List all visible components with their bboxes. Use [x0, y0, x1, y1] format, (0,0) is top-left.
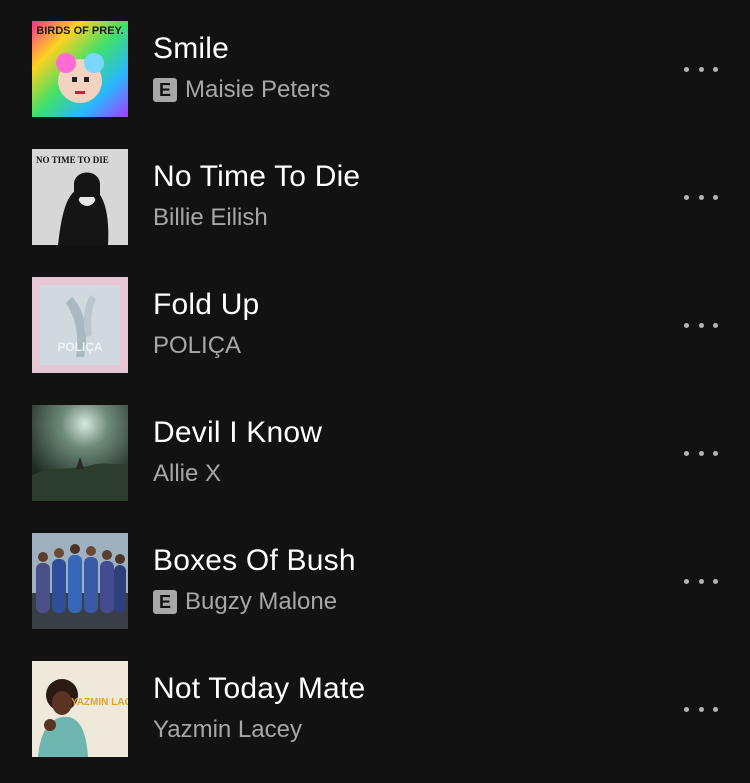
- more-options-dot: [713, 194, 718, 200]
- more-options-dot: [684, 706, 689, 712]
- track-artist: Bugzy Malone: [185, 588, 338, 615]
- more-options-button[interactable]: [684, 699, 718, 719]
- more-options-dot: [698, 194, 704, 200]
- track-artist-line: Allie X: [153, 459, 221, 489]
- album-art-image: YAZMIN LACEY: [32, 661, 128, 757]
- more-options-dot: [713, 450, 718, 456]
- album-art-image: NO TIME TO DIE: [32, 149, 128, 245]
- svg-text:YAZMIN LACEY: YAZMIN LACEY: [71, 697, 128, 708]
- album-art: BIRDS OF PREY.: [32, 21, 128, 117]
- track-artist: Maisie Peters: [185, 76, 331, 103]
- svg-text:POLIÇA: POLIÇA: [57, 340, 103, 354]
- album-art: [32, 405, 128, 501]
- more-options-dot: [713, 66, 718, 72]
- album-art: POLIÇA: [32, 277, 128, 373]
- track-row[interactable]: Devil I Know Allie X: [0, 405, 750, 501]
- album-art-image: [32, 533, 128, 629]
- track-artist: Allie X: [153, 460, 222, 487]
- more-options-dot: [698, 450, 704, 456]
- more-options-dot: [684, 450, 689, 456]
- track-title: Smile: [153, 32, 230, 65]
- more-options-dot: [698, 578, 704, 584]
- album-art-image: POLIÇA: [32, 277, 128, 373]
- track-title: Boxes Of Bush: [153, 544, 356, 577]
- track-artist-line: E Maisie Peters: [153, 75, 330, 105]
- more-options-dot: [684, 66, 689, 72]
- more-options-dot: [698, 66, 704, 72]
- track-title: No Time To Die: [153, 160, 361, 193]
- album-art: [32, 533, 128, 629]
- album-art: YAZMIN LACEY: [32, 661, 128, 757]
- more-options-dot: [713, 322, 718, 328]
- more-options-dot: [698, 322, 704, 328]
- track-title: Fold Up: [153, 288, 260, 321]
- album-art: NO TIME TO DIE: [32, 149, 128, 245]
- album-art-image: [32, 405, 128, 501]
- track-artist-line: E Bugzy Malone: [153, 587, 337, 617]
- album-art-image: BIRDS OF PREY.: [32, 21, 128, 117]
- more-options-dot: [698, 706, 704, 712]
- more-options-button[interactable]: [684, 59, 718, 79]
- track-artist-line: POLIÇA: [153, 331, 241, 361]
- track-row[interactable]: BIRDS OF PREY. Smile E Maisie Peters: [0, 21, 750, 117]
- more-options-dot: [713, 706, 718, 712]
- svg-text:BIRDS OF PREY.: BIRDS OF PREY.: [36, 25, 123, 37]
- more-options-button[interactable]: [684, 315, 718, 335]
- explicit-badge: E: [153, 78, 177, 102]
- more-options-dot: [684, 322, 689, 328]
- more-options-dot: [713, 578, 718, 584]
- track-title: Devil I Know: [153, 416, 323, 449]
- track-row[interactable]: POLIÇA Fold Up POLIÇA: [0, 277, 750, 373]
- more-options-dot: [684, 578, 689, 584]
- track-artist: Yazmin Lacey: [153, 716, 302, 743]
- track-artist: POLIÇA: [153, 332, 242, 359]
- more-options-button[interactable]: [684, 187, 718, 207]
- track-row[interactable]: YAZMIN LACEY Not Today Mate Yazmin Lacey: [0, 661, 750, 757]
- track-row[interactable]: Boxes Of Bush E Bugzy Malone: [0, 533, 750, 629]
- track-artist-line: Billie Eilish: [153, 203, 268, 233]
- svg-text:NO TIME TO DIE: NO TIME TO DIE: [36, 155, 109, 165]
- track-row[interactable]: NO TIME TO DIE No Time To Die Billie Eil…: [0, 149, 750, 245]
- track-title: Not Today Mate: [153, 672, 366, 705]
- more-options-dot: [684, 194, 689, 200]
- track-artist-line: Yazmin Lacey: [153, 715, 302, 745]
- track-artist: Billie Eilish: [153, 204, 268, 231]
- more-options-button[interactable]: [684, 443, 718, 463]
- explicit-badge: E: [153, 590, 177, 614]
- more-options-button[interactable]: [684, 571, 718, 591]
